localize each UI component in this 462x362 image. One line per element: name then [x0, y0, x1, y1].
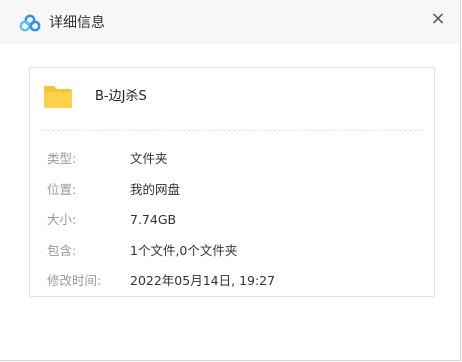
title-bar: 详细信息 × [0, 0, 460, 44]
contains-label: 包含: [47, 243, 77, 258]
modified-label: 修改时间: [47, 273, 102, 288]
contains-value: 1个文件,0个文件夹 [130, 243, 238, 258]
location-value: 我的网盘 [130, 182, 181, 197]
type-label: 类型: [47, 151, 77, 166]
type-value: 文件夹 [130, 151, 168, 166]
close-icon: × [430, 8, 446, 29]
location-label: 位置: [47, 182, 77, 197]
info-row-type: 类型: 文件夹 [30, 149, 434, 169]
info-row-contains: 包含: 1个文件,0个文件夹 [30, 241, 434, 261]
size-label: 大小: [47, 212, 77, 227]
info-row-modified: 修改时间: 2022年05月14日, 19:27 [30, 271, 434, 291]
details-dialog: 详细信息 × B-边J杀S 类型: 文件夹 位置: 我的网盘 大小: 7.74G… [0, 0, 461, 361]
size-value: 7.74GB [130, 212, 177, 227]
info-row-location: 位置: 我的网盘 [30, 180, 434, 200]
divider [42, 130, 422, 131]
modified-value: 2022年05月14日, 19:27 [130, 273, 276, 288]
details-card: B-边J杀S 类型: 文件夹 位置: 我的网盘 大小: 7.74GB 包含: 1… [29, 67, 435, 297]
cloud-app-icon [19, 14, 41, 32]
close-button[interactable]: × [428, 8, 448, 30]
file-name: B-边J杀S [95, 89, 147, 104]
dialog-title: 详细信息 [49, 15, 105, 31]
file-header: B-边J杀S [30, 68, 434, 130]
folder-icon [43, 85, 73, 109]
info-row-size: 大小: 7.74GB [30, 210, 434, 230]
